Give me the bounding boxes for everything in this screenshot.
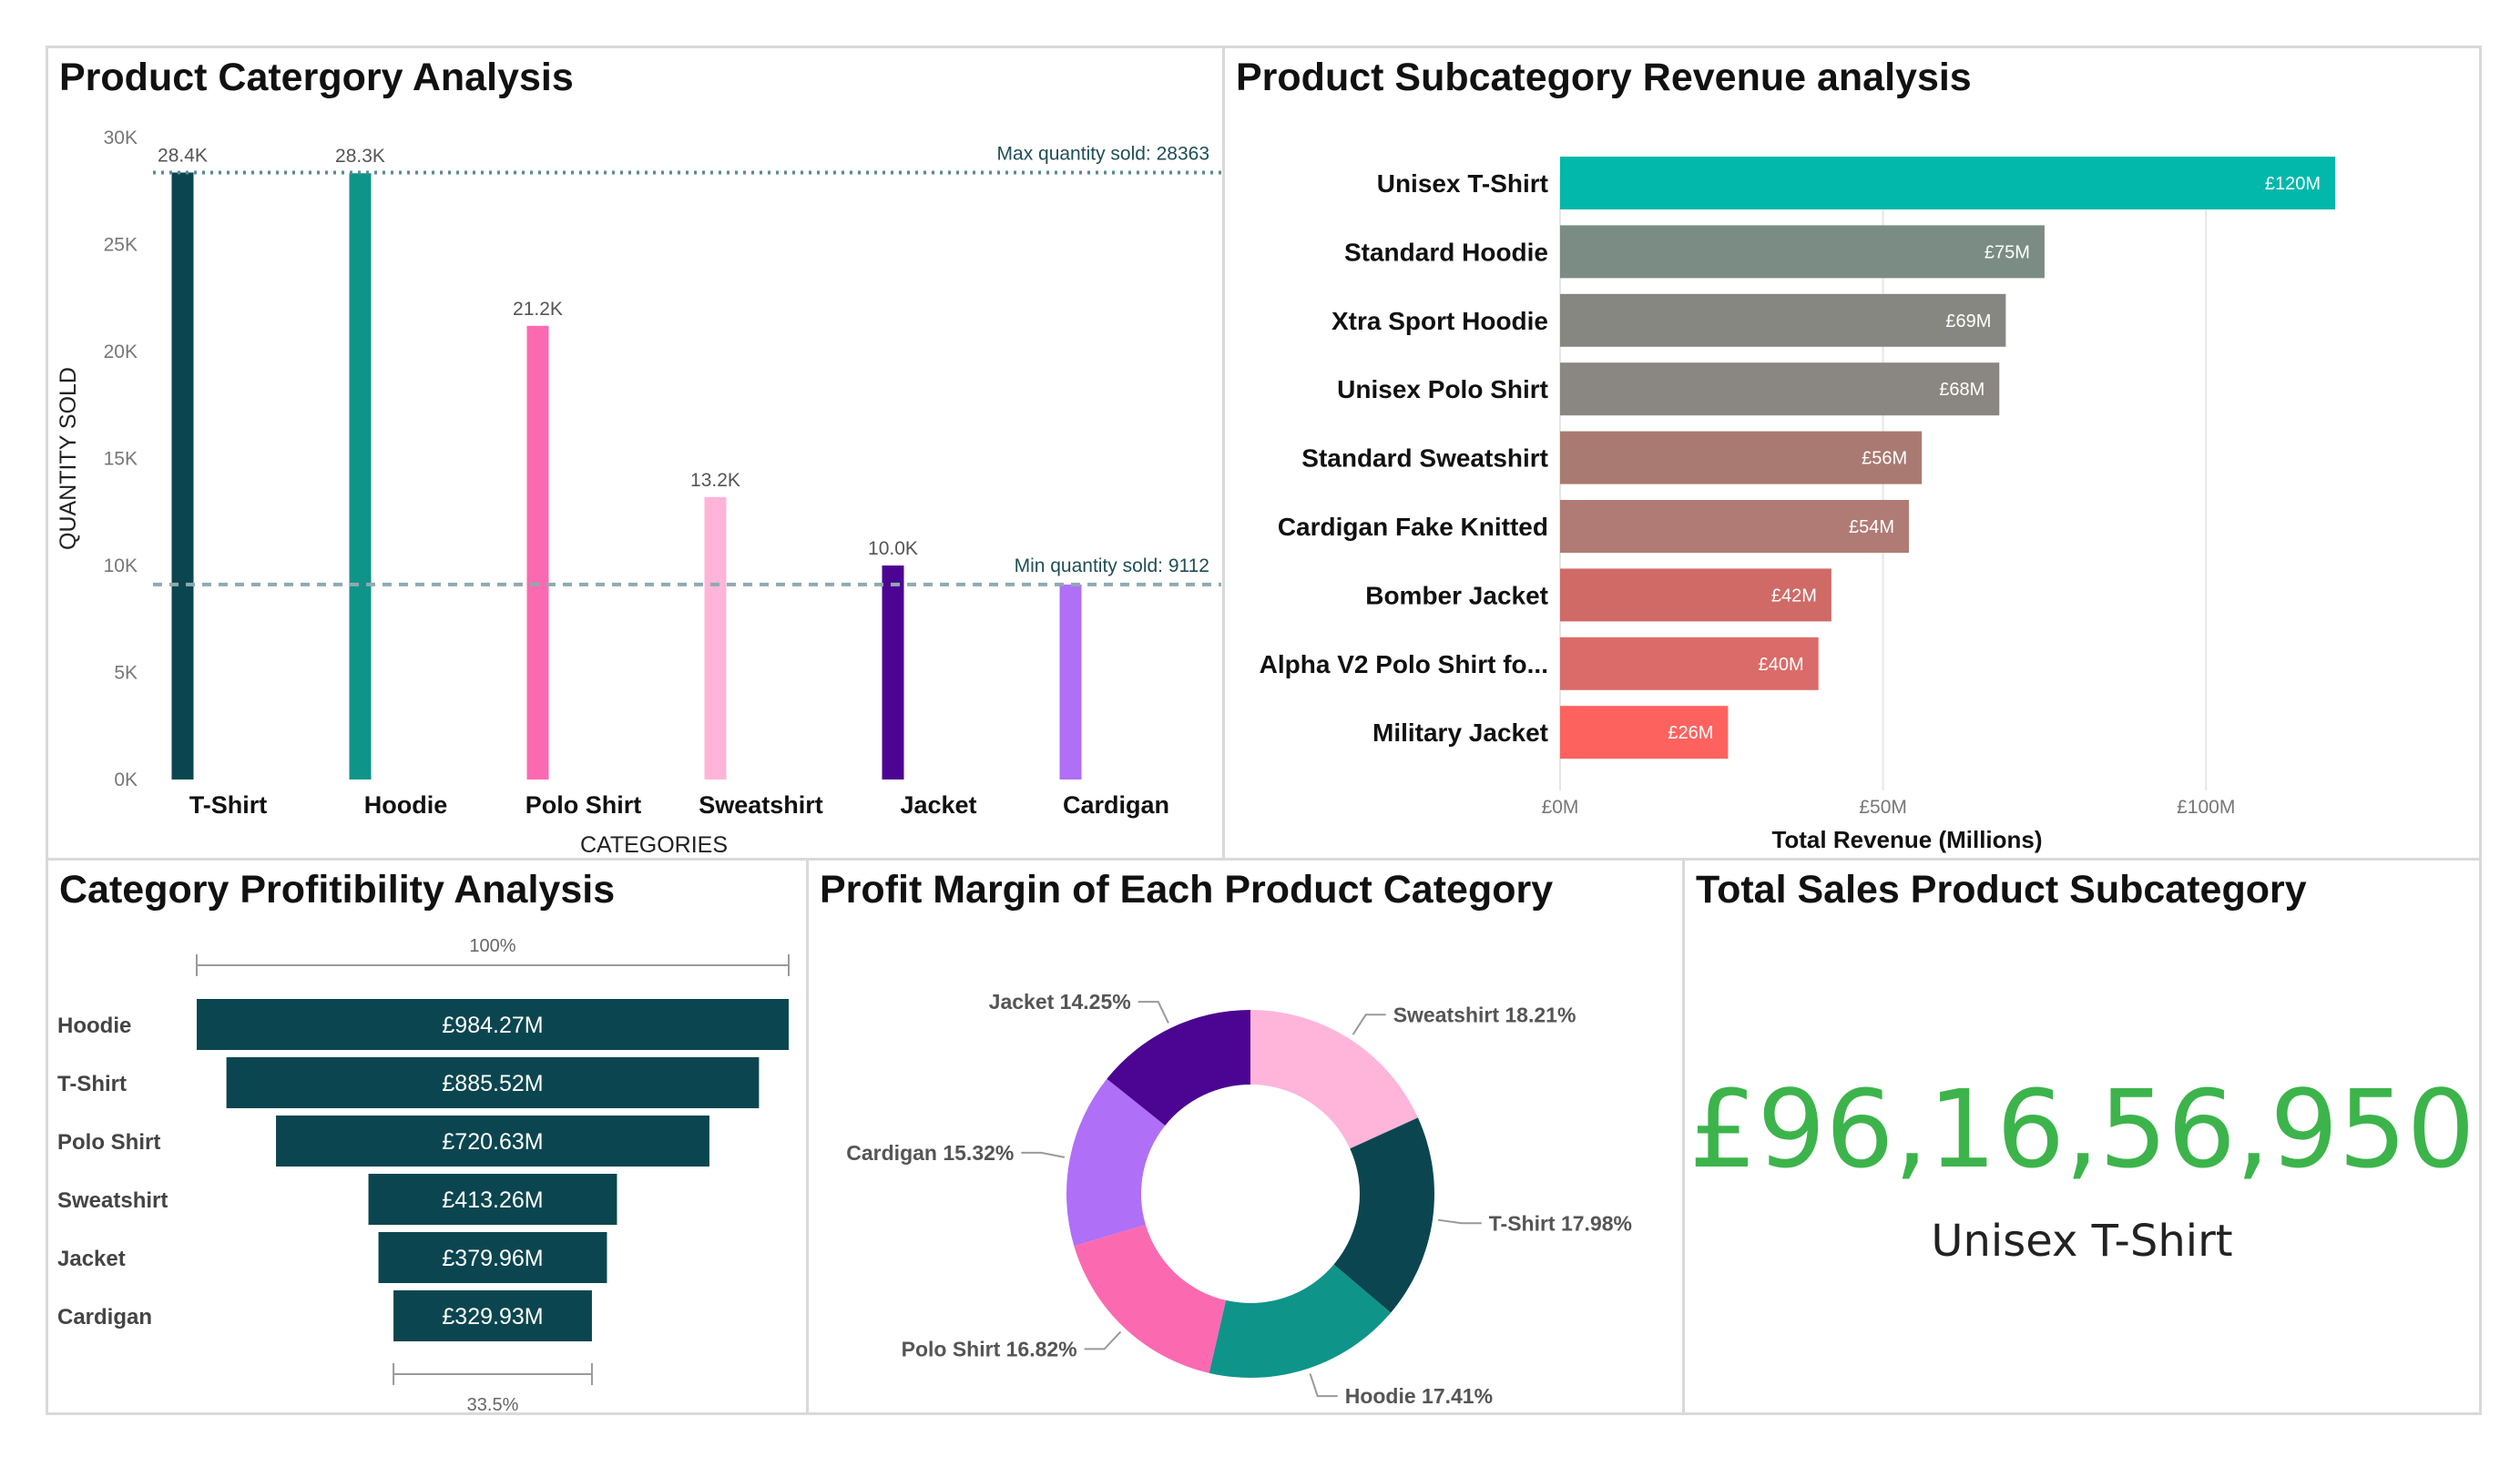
funnel-bottom-label: 33.5% xyxy=(467,1395,519,1415)
funnel-bar-label: £329.93M xyxy=(442,1304,543,1330)
x-axis-title: Total Revenue (Millions) xyxy=(1771,826,2042,853)
x-tick-label: T-Shirt xyxy=(189,791,268,819)
donut-leader-line xyxy=(1084,1330,1122,1350)
donut-leader-line xyxy=(1309,1373,1338,1398)
y-tick-label: 20K xyxy=(104,341,138,362)
bar-data-label: £54M xyxy=(1849,517,1894,537)
bar-data-label: £120M xyxy=(2265,174,2321,194)
y-tick-label: Xtra Sport Hoodie xyxy=(1331,307,1548,335)
x-tick-label: £50M xyxy=(1859,797,1907,818)
y-tick-label: Bomber Jacket xyxy=(1365,581,1548,609)
funnel-category-label: Polo Shirt xyxy=(57,1130,160,1155)
bar xyxy=(882,565,904,779)
x-tick-label: £0M xyxy=(1542,797,1579,818)
x-tick-label: Cardigan xyxy=(1063,791,1169,819)
x-tick-label: £100M xyxy=(2177,797,2235,818)
funnel-bar-label: £984.27M xyxy=(442,1013,543,1038)
bar xyxy=(1560,157,2336,209)
y-axis-title: QUANTITY SOLD xyxy=(56,367,81,550)
y-tick-label: Alpha V2 Polo Shirt fo... xyxy=(1260,650,1548,678)
donut-slice xyxy=(1074,1225,1227,1373)
funnel-bar-label: £885.52M xyxy=(442,1071,543,1096)
total-sales-subcategory-label: Unisex T-Shirt xyxy=(1931,1216,2233,1267)
y-tick-label: 30K xyxy=(104,127,138,148)
profitability-funnel-chart: 100% £984.27M Hoodie £885.52M T-Shirt £720.63… xyxy=(57,936,790,1415)
x-tick-label: Jacket xyxy=(900,791,976,819)
funnel-category-label: Hoodie xyxy=(57,1014,131,1038)
bar xyxy=(171,172,194,780)
funnel-category-label: Jacket xyxy=(57,1247,126,1271)
funnel-bar-label: £720.63M xyxy=(442,1129,543,1155)
donut-slice-label: Hoodie 17.41% xyxy=(1345,1384,1493,1408)
reference-line-label: Min quantity sold: 9112 xyxy=(1015,555,1209,576)
y-tick-label: 15K xyxy=(104,449,138,470)
y-tick-label: 25K xyxy=(104,235,138,256)
donut-leader-line xyxy=(1352,1014,1386,1035)
donut-leader-line xyxy=(1021,1151,1066,1158)
donut-leader-line xyxy=(1437,1218,1482,1225)
y-tick-label: Cardigan Fake Knitted xyxy=(1278,513,1548,541)
category-quantity-chart: 0K 5K 10K 15K 20K 25K 30K QUANTITY SOLD 28.4K T-S… xyxy=(56,127,1221,858)
y-tick-label: 0K xyxy=(114,769,138,790)
donut-slice-label: Cardigan 15.32% xyxy=(846,1141,1014,1165)
bar xyxy=(1560,225,2045,279)
bar xyxy=(704,496,727,779)
profit-margin-panel: Profit Margin of Each Product Category S… xyxy=(806,858,1685,1415)
funnel-category-label: T-Shirt xyxy=(57,1072,127,1096)
total-sales-panel: Total Sales Product Subcategory £96,16,5… xyxy=(1682,858,2482,1415)
y-tick-label: 10K xyxy=(104,555,138,576)
bar-data-label: £42M xyxy=(1771,586,1817,606)
reference-line-label: Max quantity sold: 28363 xyxy=(997,143,1209,164)
bar xyxy=(349,173,372,779)
category-quantity-panel: Product Catergory Analysis 0K 5K 10K 15K 20K… xyxy=(46,46,1225,861)
donut-leader-line xyxy=(1138,1001,1169,1024)
bar-data-label: 21.2K xyxy=(513,299,563,320)
x-axis-title: CATEGORIES xyxy=(580,832,728,858)
total-sales-value: £96,16,56,950 xyxy=(1689,1066,2475,1192)
funnel-bar-label: £413.26M xyxy=(442,1187,543,1213)
x-tick-label: Hoodie xyxy=(364,791,448,819)
funnel-category-label: Sweatshirt xyxy=(57,1188,168,1213)
bar-data-label: £69M xyxy=(1945,311,1991,331)
total-sales-title: Total Sales Product Subcategory xyxy=(1696,868,2307,912)
bar-data-label: £40M xyxy=(1759,655,1804,675)
profitability-panel: Category Profitibility Analysis 100% £984… xyxy=(46,858,809,1415)
funnel-top-label: 100% xyxy=(469,936,515,956)
bar xyxy=(526,325,549,779)
y-tick-label: Standard Sweatshirt xyxy=(1301,444,1548,473)
donut-slice-label: Sweatshirt 18.21% xyxy=(1393,1003,1576,1026)
profit-margin-donut-chart: Sweatshirt 18.21% T-Shirt 17.98% Hoodie 17… xyxy=(846,990,1632,1408)
bar xyxy=(1560,293,2006,347)
funnel-bar-label: £379.96M xyxy=(442,1246,543,1271)
y-tick-label: Unisex Polo Shirt xyxy=(1337,375,1548,403)
x-tick-label: Sweatshirt xyxy=(699,791,823,819)
donut-slice-label: Jacket 14.25% xyxy=(989,990,1131,1014)
donut-slice-label: T-Shirt 17.98% xyxy=(1489,1211,1632,1235)
bar-data-label: 28.4K xyxy=(158,145,208,166)
bar-data-label: 13.2K xyxy=(690,470,740,491)
subcategory-revenue-panel: Product Subcategory Revenue analysis £0M… xyxy=(1222,46,2482,861)
bar xyxy=(1059,584,1082,779)
funnel-category-label: Cardigan xyxy=(57,1305,152,1330)
y-tick-label: Unisex T-Shirt xyxy=(1377,169,1548,198)
bar-data-label: £68M xyxy=(1939,380,1984,400)
subcategory-revenue-chart: £0M £50M £100M Total Revenue (Millions) £120… xyxy=(1260,157,2336,853)
x-tick-label: Polo Shirt xyxy=(525,791,642,819)
y-tick-label: Standard Hoodie xyxy=(1344,238,1548,266)
bar-data-label: £56M xyxy=(1862,449,1907,469)
bar-data-label: £26M xyxy=(1668,723,1713,743)
donut-slice xyxy=(1250,1010,1418,1149)
bar xyxy=(1560,362,2000,416)
bar-data-label: 28.3K xyxy=(335,146,385,167)
y-tick-label: 5K xyxy=(114,663,138,684)
donut-slice-label: Polo Shirt 16.82% xyxy=(902,1337,1077,1360)
bar-data-label: 10.0K xyxy=(868,538,918,559)
bar-data-label: £75M xyxy=(1984,242,2030,262)
y-tick-label: Military Jacket xyxy=(1372,718,1548,747)
